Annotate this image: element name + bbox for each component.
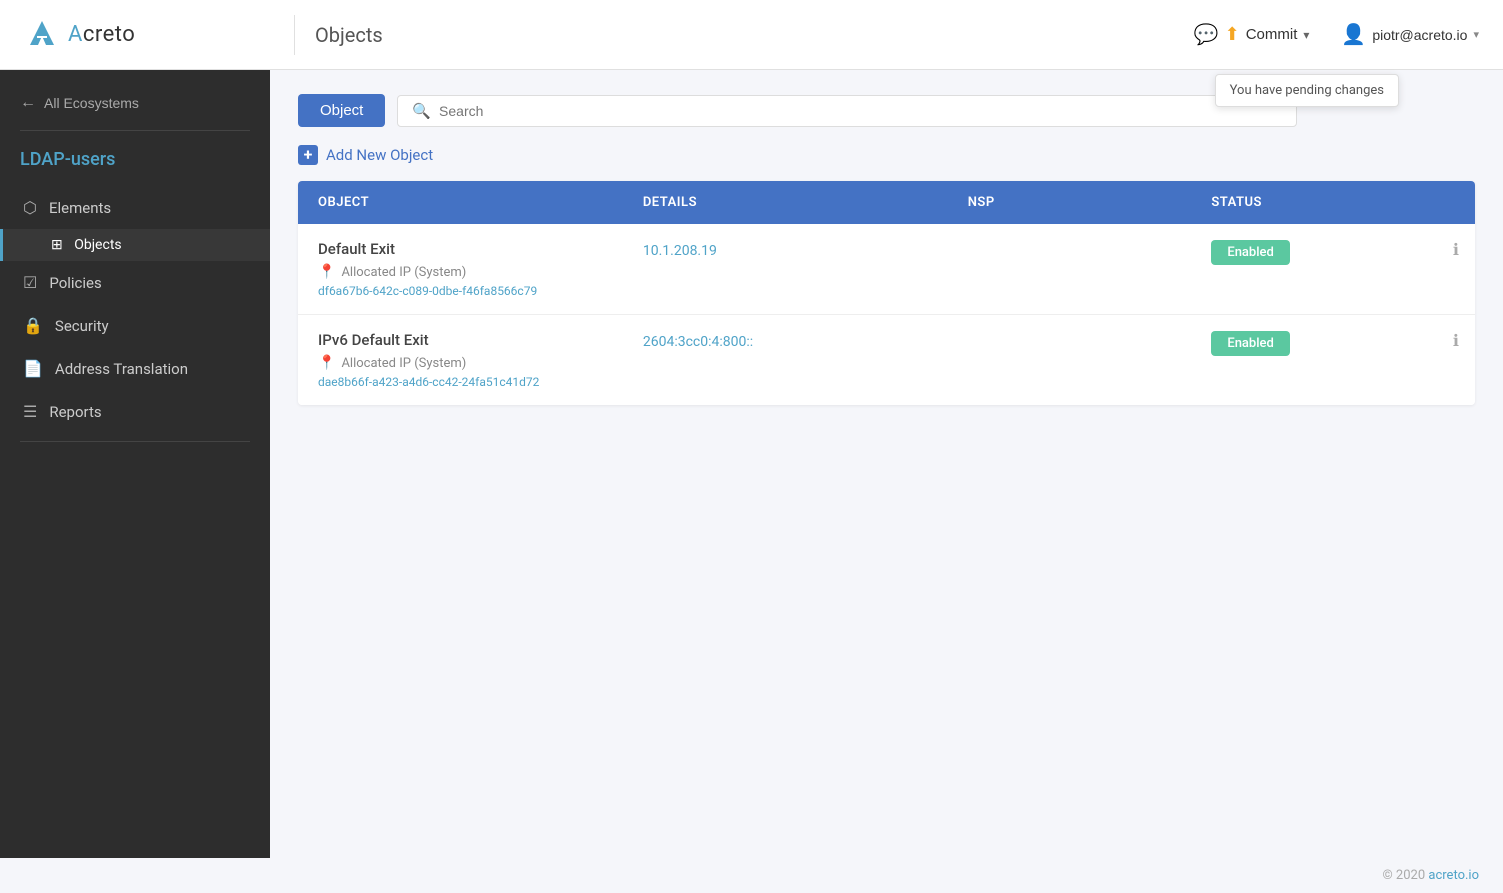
logo-area: Acreto [24, 17, 294, 53]
row1-info-icon[interactable]: ℹ [1453, 240, 1459, 259]
sidebar-item-label-objects: Objects [74, 237, 121, 253]
back-label: All Ecosystems [44, 95, 139, 111]
sidebar-item-label-policies: Policies [49, 274, 101, 292]
user-menu-button[interactable]: 👤 piotr@acreto.io ▾ [1341, 22, 1479, 47]
allocated-ip-icon-1: 📍 [318, 264, 335, 280]
col-nsp: NSP [968, 195, 1212, 210]
address-translation-icon: 📄 [23, 359, 43, 378]
upload-icon: ⬆ [1225, 24, 1240, 45]
sidebar-item-label-reports: Reports [49, 403, 101, 421]
row2-id: dae8b66f-a423-a4d6-cc42-24fa51c41d72 [318, 375, 643, 389]
sidebar-divider-top [20, 130, 250, 131]
col-details: DETAILS [643, 195, 968, 210]
logo-accent: A [68, 22, 83, 47]
commit-label: Commit [1246, 26, 1298, 43]
objects-table: OBJECT DETAILS NSP STATUS Default Exit 📍… [298, 181, 1475, 405]
row1-id: df6a67b6-642c-c089-0dbe-f46fa8566c79 [318, 284, 643, 298]
row2-status-cell: Enabled [1211, 331, 1455, 356]
logo-icon [24, 17, 60, 53]
add-new-plus-icon: + [298, 145, 318, 165]
row2-detail-ip: 2604:3cc0:4:800:: [643, 334, 753, 350]
sidebar-item-security[interactable]: 🔒 Security [0, 304, 270, 347]
back-arrow-icon: ← [20, 94, 36, 112]
allocated-ip-icon-2: 📍 [318, 355, 335, 371]
row1-sub: 📍 Allocated IP (System) [318, 264, 643, 280]
user-email: piotr@acreto.io [1372, 27, 1467, 43]
commit-button[interactable]: 💬 ⬆ Commit ▾ [1182, 16, 1322, 53]
row1-details-cell: 10.1.208.19 [643, 240, 968, 259]
object-filter-button[interactable]: Object [298, 94, 385, 127]
ecosystem-accent: L [20, 149, 30, 170]
table-row: IPv6 Default Exit 📍 Allocated IP (System… [298, 315, 1475, 405]
footer: © 2020 acreto.io [0, 858, 1503, 893]
sidebar-item-label-address-translation: Address Translation [55, 360, 188, 378]
chevron-down-icon: ▾ [1303, 28, 1309, 42]
sidebar-item-elements[interactable]: ⬡ Elements [0, 186, 270, 229]
ecosystem-name: LDAP-users [0, 139, 270, 186]
col-object: OBJECT [318, 195, 643, 210]
search-input[interactable] [439, 103, 1282, 119]
row1-detail-ip: 10.1.208.19 [643, 243, 717, 259]
logo-text: Acreto [68, 22, 135, 47]
search-wrapper: 🔍 [397, 95, 1297, 127]
col-status: STATUS [1211, 195, 1455, 210]
row1-name: Default Exit [318, 240, 643, 258]
sidebar-item-label-elements: Elements [49, 199, 111, 217]
sidebar-item-address-translation[interactable]: 📄 Address Translation [0, 347, 270, 390]
row1-sub-label: Allocated IP (System) [341, 265, 466, 280]
row2-info-icon[interactable]: ℹ [1453, 331, 1459, 350]
table-row: Default Exit 📍 Allocated IP (System) df6… [298, 224, 1475, 315]
ecosystem-name-text: DAP-users [30, 149, 116, 170]
elements-icon: ⬡ [23, 198, 37, 217]
row2-status-badge: Enabled [1211, 331, 1290, 356]
row1-object-cell: Default Exit 📍 Allocated IP (System) df6… [318, 240, 643, 298]
search-icon: 🔍 [412, 102, 431, 120]
row2-sub: 📍 Allocated IP (System) [318, 355, 643, 371]
pending-tooltip: You have pending changes [1215, 74, 1399, 107]
add-new-object-row[interactable]: + Add New Object [298, 145, 1475, 165]
user-chevron-icon: ▾ [1473, 28, 1479, 41]
row2-name: IPv6 Default Exit [318, 331, 643, 349]
security-icon: 🔒 [23, 316, 43, 335]
row2-details-cell: 2604:3cc0:4:800:: [643, 331, 968, 350]
pending-label: You have pending changes [1230, 83, 1384, 98]
content-area: Object 🔍 + Add New Object OBJECT DETAILS… [270, 70, 1503, 858]
row1-status-badge: Enabled [1211, 240, 1290, 265]
page-title: Objects [295, 23, 1182, 47]
main-layout: ← All Ecosystems LDAP-users ⬡ Elements ⊞… [0, 70, 1503, 858]
sidebar-item-objects[interactable]: ⊞ Objects [0, 229, 270, 261]
sidebar-divider-bottom [20, 441, 250, 442]
row2-object-cell: IPv6 Default Exit 📍 Allocated IP (System… [318, 331, 643, 389]
back-all-ecosystems-button[interactable]: ← All Ecosystems [0, 80, 270, 126]
header-right: 💬 ⬆ Commit ▾ You have pending changes 👤 … [1182, 16, 1479, 53]
sidebar: ← All Ecosystems LDAP-users ⬡ Elements ⊞… [0, 70, 270, 858]
add-new-label: Add New Object [326, 146, 433, 164]
footer-copy: © 2020 [1382, 868, 1425, 883]
row1-status-cell: Enabled [1211, 240, 1455, 265]
user-icon: 👤 [1341, 22, 1366, 47]
table-header: OBJECT DETAILS NSP STATUS [298, 181, 1475, 224]
sidebar-item-reports[interactable]: ☰ Reports [0, 390, 270, 433]
commit-icon: 💬 [1194, 22, 1219, 47]
row2-sub-label: Allocated IP (System) [341, 356, 466, 371]
sidebar-item-policies[interactable]: ☑ Policies [0, 261, 270, 304]
reports-icon: ☰ [23, 402, 37, 421]
sidebar-item-label-security: Security [55, 317, 109, 335]
objects-icon: ⊞ [51, 237, 63, 253]
top-header: Acreto Objects 💬 ⬆ Commit ▾ You have pen… [0, 0, 1503, 70]
footer-link[interactable]: acreto.io [1428, 868, 1479, 883]
policies-icon: ☑ [23, 273, 37, 292]
